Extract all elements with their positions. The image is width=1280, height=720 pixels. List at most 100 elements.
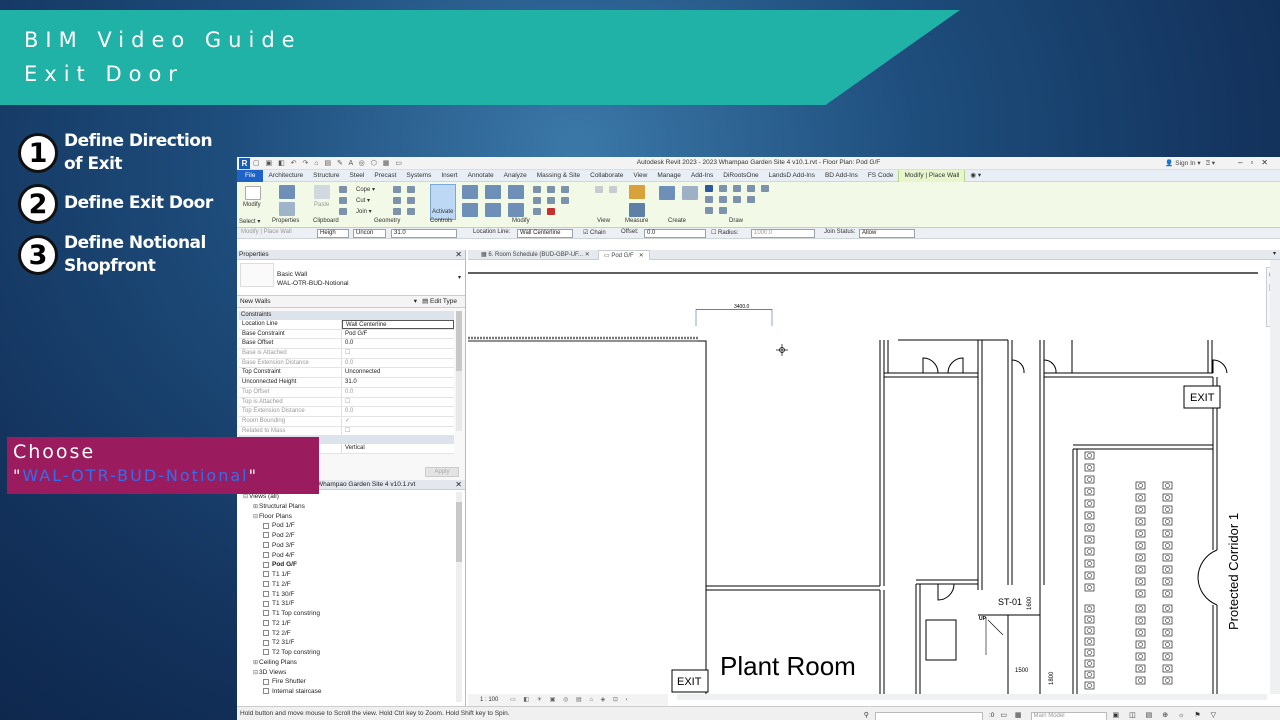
measure-icon[interactable] <box>629 185 645 199</box>
browser-node[interactable]: ⊞Ceiling Plans <box>243 658 322 668</box>
temp-dimension-value[interactable]: 3400.0 <box>734 304 750 310</box>
chain-checkbox[interactable]: ☑ Chain <box>583 229 606 236</box>
close-icon[interactable]: ✕ <box>455 250 462 260</box>
sign-in-button[interactable]: 👤 Sign In ▾ ⍰ ▾ <box>1165 159 1215 168</box>
arc-draw-icon[interactable] <box>705 196 713 203</box>
location-line-select[interactable]: Wall Centerline <box>517 229 573 238</box>
status-icons[interactable]: ▭ ▦ <box>1000 709 1024 720</box>
extend-icon[interactable] <box>533 208 541 215</box>
tab-modify-place-wall[interactable]: Modify | Place Wall <box>898 169 966 182</box>
align-icon[interactable] <box>462 185 478 199</box>
tab-structure[interactable]: Structure <box>308 170 344 182</box>
ribbon-options-icon[interactable]: ◉ ▾ <box>965 170 986 182</box>
tab-steel[interactable]: Steel <box>345 170 370 182</box>
room-name-label[interactable]: Plant Room <box>720 651 856 681</box>
browser-node[interactable]: T2 1/F <box>243 619 322 629</box>
tab-pod-gf[interactable]: ▭ Pod G/F ✕ <box>598 250 650 260</box>
table-row[interactable]: Location Line Wall Centerline <box>239 320 454 330</box>
tab-room-schedule[interactable]: ▦ 6. Room Schedule (BUD-GBP-UF... ✕ <box>476 250 595 260</box>
browser-scrollbar[interactable] <box>456 492 462 702</box>
tab-architecture[interactable]: Architecture <box>263 170 308 182</box>
chevron-down-icon[interactable]: ▾ <box>414 296 417 308</box>
tab-manage[interactable]: Manage <box>652 170 686 182</box>
copy-tool-icon[interactable] <box>485 203 501 217</box>
copy-icon[interactable] <box>339 197 347 204</box>
cut-button[interactable]: Cut ▾ <box>356 197 370 204</box>
browser-node[interactable]: T1 2/F <box>243 580 322 590</box>
browser-node[interactable]: Fire Shutter <box>243 677 322 687</box>
match-icon[interactable] <box>339 208 347 215</box>
type-properties-icon[interactable] <box>279 202 295 216</box>
design-option-select[interactable]: Main Model <box>1030 711 1107 720</box>
tab-annotate[interactable]: Annotate <box>463 170 499 182</box>
workset-select[interactable] <box>874 711 983 720</box>
browser-node[interactable]: T1 30/F <box>243 590 322 600</box>
prop-value[interactable]: Pod G/F <box>342 330 454 339</box>
browser-node[interactable]: T1 Top constring <box>243 609 322 619</box>
tab-insert[interactable]: Insert <box>436 170 462 182</box>
tabs-overflow-icon[interactable]: ▾ <box>1273 250 1276 257</box>
table-row[interactable]: Unconnected Height 31.0 <box>239 378 454 388</box>
prop-value[interactable]: Wall Centerline <box>342 320 454 329</box>
mirror-icon[interactable] <box>508 185 524 199</box>
modify-button-label[interactable]: Modify <box>243 202 261 208</box>
fillet-draw-icon[interactable] <box>733 196 741 203</box>
browser-node[interactable]: T2 Top constring <box>243 648 322 658</box>
view-scale[interactable]: 1 : 100 <box>480 697 498 703</box>
split-icon[interactable] <box>533 186 541 193</box>
browser-node[interactable]: ⊟3D Views <box>243 668 322 678</box>
prop-value[interactable]: Unconnected <box>342 368 454 377</box>
table-row[interactable]: Top Constraint Unconnected <box>239 368 454 379</box>
dimension-icon[interactable] <box>629 203 645 217</box>
rotate-icon[interactable] <box>508 203 524 217</box>
tab-fs-code[interactable]: FS Code <box>863 170 899 182</box>
line-draw-icon[interactable] <box>705 185 713 192</box>
geometry-tool-icon[interactable] <box>407 186 415 193</box>
cope-button[interactable]: Cope ▾ <box>356 186 375 193</box>
height-value-input[interactable]: 31.0 <box>391 229 457 238</box>
rectangle-draw-icon[interactable] <box>719 185 727 192</box>
arc-draw-icon[interactable] <box>761 185 769 192</box>
offset-input[interactable]: 0.0 <box>644 229 706 238</box>
tab-systems[interactable]: Systems <box>401 170 436 182</box>
edit-type-button[interactable]: ▤ Edit Type <box>422 296 457 308</box>
view-control-icons[interactable]: ▭ ◧ ☀ ▣ ◎ ▤ ⌂ ◈ ⊡ ‹ <box>510 697 631 703</box>
instance-filter[interactable]: New Walls ▾ ▤ Edit Type <box>237 296 465 308</box>
geometry-tool-icon[interactable] <box>393 186 401 193</box>
horizontal-scrollbar[interactable] <box>677 694 1267 700</box>
radius-checkbox[interactable]: ☐ Radius: <box>711 229 738 236</box>
delete-icon[interactable] <box>547 208 555 215</box>
group-select-label[interactable]: Select ▾ <box>239 218 260 225</box>
height-mode-select[interactable]: Heigh <box>317 229 349 238</box>
circle-draw-icon[interactable] <box>747 185 755 192</box>
pick-lines-icon[interactable] <box>705 207 713 214</box>
prop-value[interactable]: Vertical <box>342 444 454 453</box>
height-constraint-select[interactable]: Uncon <box>353 229 386 238</box>
properties-icon[interactable] <box>279 185 295 199</box>
modify-cursor-icon[interactable] <box>245 186 261 200</box>
selection-filter-icons[interactable]: ▣ ◫ ▤ ⊕ ☼ ⚑ ▽ <box>1113 709 1220 720</box>
browser-node[interactable]: T1 1/F <box>243 570 322 580</box>
geometry-tool-icon[interactable] <box>393 197 401 204</box>
type-selector[interactable]: Basic Wall WAL-OTR-BUD-Notional ▾ <box>237 260 465 296</box>
join-status-select[interactable]: Allow <box>859 229 915 238</box>
browser-node[interactable]: ⊟Floor Plans <box>243 512 322 522</box>
tab-collaborate[interactable]: Collaborate <box>585 170 628 182</box>
close-icon[interactable]: ✕ <box>455 480 462 490</box>
tab-massing-site[interactable]: Massing & Site <box>532 170 585 182</box>
corridor-label[interactable]: Protected Corridor 1 <box>1226 513 1241 630</box>
join-button[interactable]: Join ▾ <box>356 208 372 215</box>
geometry-tool-icon[interactable] <box>407 197 415 204</box>
arc-draw-icon[interactable] <box>719 196 727 203</box>
move-icon[interactable] <box>462 203 478 217</box>
geometry-tool-icon[interactable] <box>393 208 401 215</box>
tab-add-ins[interactable]: Add-Ins <box>686 170 718 182</box>
geometry-tool-icon[interactable] <box>407 208 415 215</box>
window-controls[interactable]: –▫✕ <box>1238 158 1276 167</box>
browser-node[interactable]: Pod 3/F <box>243 541 322 551</box>
vertical-scrollbar[interactable] <box>1270 260 1280 694</box>
pin-icon[interactable] <box>547 197 555 204</box>
unpin-icon[interactable] <box>561 197 569 204</box>
chevron-down-icon[interactable]: ▾ <box>458 274 461 281</box>
array-icon[interactable] <box>547 186 555 193</box>
